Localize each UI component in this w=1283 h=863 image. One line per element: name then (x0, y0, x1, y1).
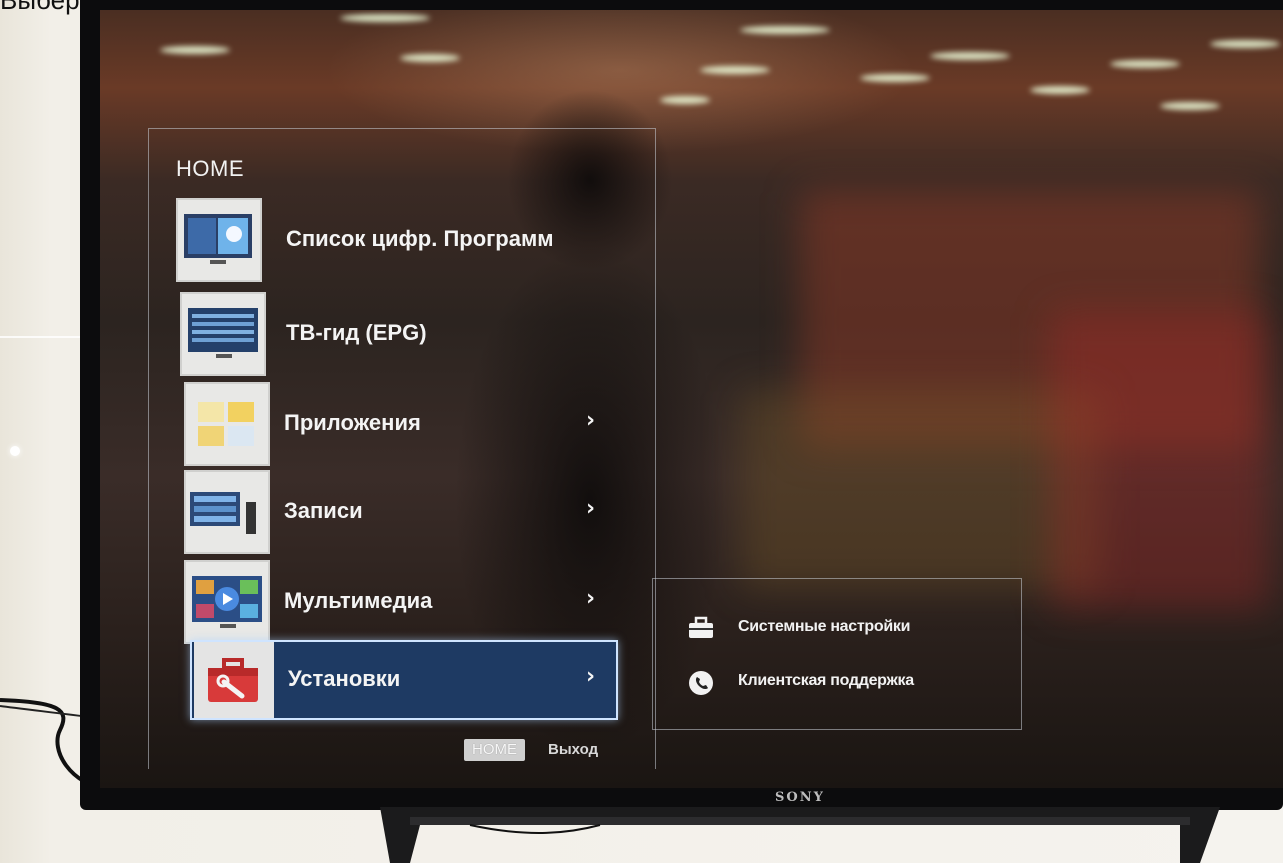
menu-item-digital-channel-list[interactable]: Список цифр. Программ (176, 198, 616, 282)
ceiling-light (1110, 60, 1180, 68)
wall-edge-highlight (0, 336, 90, 338)
chevron-right-icon: › (586, 586, 596, 611)
ceiling-light (930, 52, 1010, 60)
wall-light-dot (10, 446, 20, 456)
exit-hint-label: Выход (548, 741, 599, 758)
chevron-right-icon: › (586, 408, 596, 433)
home-menu-title: HOME (176, 156, 244, 181)
ceiling-light (160, 46, 230, 54)
tv-guide-icon (180, 292, 266, 376)
applications-icon (184, 382, 270, 466)
menu-item-recordings[interactable]: Записи › (176, 470, 616, 554)
menu-item-label: Приложения (284, 410, 421, 435)
menu-item-settings[interactable]: Установки › (176, 640, 618, 728)
ceiling-light (400, 54, 460, 62)
menu-item-tv-guide[interactable]: ТВ-гид (EPG) (176, 292, 616, 376)
store-shelf-reflection (1050, 310, 1270, 610)
ceiling-light (860, 74, 930, 82)
store-shelf-reflection (740, 390, 1100, 590)
menu-item-label: Записи (284, 498, 363, 523)
ceiling-light (1030, 86, 1090, 94)
menu-item-label: Список цифр. Программ (286, 226, 554, 251)
digital-channel-list-icon (176, 198, 262, 282)
submenu-item-customer-support[interactable]: Клиентская поддержка (688, 668, 1008, 696)
settings-submenu-panel (652, 578, 1022, 730)
ceiling-light (740, 26, 830, 34)
multimedia-icon (184, 560, 270, 644)
ceiling-light (340, 14, 430, 22)
tv-stand (380, 807, 1220, 863)
menu-item-label: Мультимедиа (284, 588, 433, 613)
chevron-right-icon: › (586, 664, 596, 689)
menu-item-multimedia[interactable]: Мультимедиа › (176, 560, 616, 644)
home-key-hint: HOME (464, 739, 525, 761)
chevron-right-icon: › (586, 496, 596, 521)
menu-item-label: ТВ-гид (EPG) (286, 320, 427, 345)
menu-item-label: Установки (288, 666, 401, 691)
ceiling-light (1160, 102, 1220, 110)
submenu-item-label: Системные настройки (738, 618, 911, 635)
phone-icon (688, 670, 714, 695)
settings-toolbox-icon (194, 642, 274, 718)
submenu-item-system-settings[interactable]: Системные настройки (688, 614, 1008, 642)
ceiling-light (1210, 40, 1280, 48)
recordings-icon (184, 470, 270, 554)
submenu-item-label: Клиентская поддержка (738, 672, 914, 689)
menu-item-applications[interactable]: Приложения › (176, 382, 616, 466)
toolbox-icon (688, 616, 714, 640)
